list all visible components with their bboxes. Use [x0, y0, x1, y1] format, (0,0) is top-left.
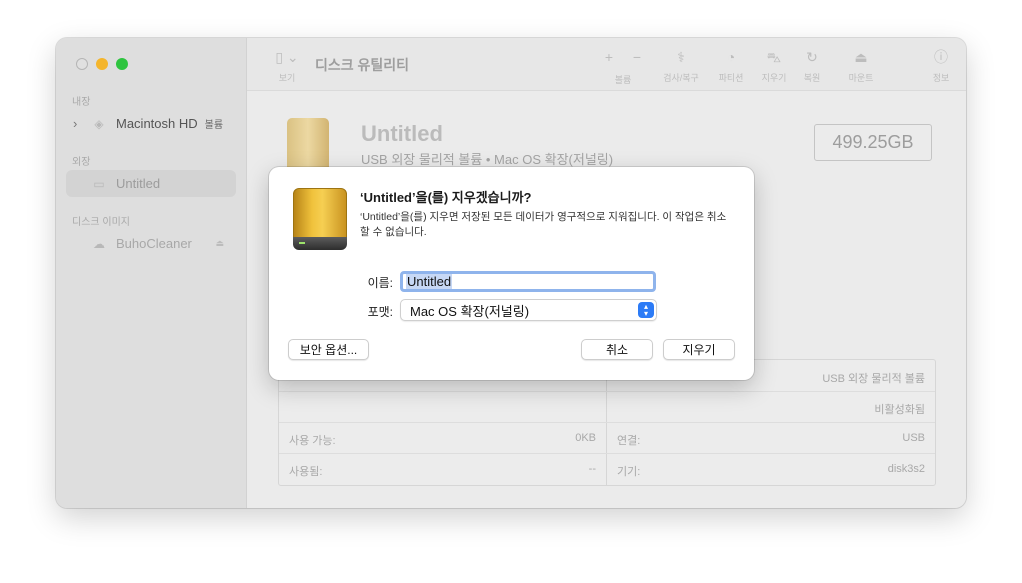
erase-dialog: ‘Untitled’을(를) 지우겠습니까? ‘Untitled’을(를) 지우…: [269, 167, 754, 380]
external-disk-icon: [293, 188, 347, 250]
sidebar-toggle-icon: ▯ ⌄: [275, 49, 299, 65]
info-label: 연결:: [617, 435, 641, 447]
view-label: 보기: [278, 73, 296, 83]
disk-subtitle: USB 외장 물리적 볼륨 • Mac OS 확장(저널링): [361, 152, 614, 167]
volume-stack-icon: ◈: [94, 116, 104, 131]
disk-name: Untitled: [361, 121, 443, 146]
mount-button[interactable]: ⏏ 마운트: [839, 48, 883, 84]
toolbar: ▯ ⌄ 보기 디스크 유틸리티 + − 볼륨 ⚕ 검사/복구 ◔ 파티션 ⛍ 지…: [247, 38, 966, 91]
eject-icon[interactable]: ⏏: [215, 238, 224, 249]
close-window-button[interactable]: [76, 58, 88, 70]
erase-button[interactable]: 지우기: [663, 339, 735, 360]
info-label: 기기:: [617, 466, 641, 478]
name-input-value[interactable]: Untitled: [406, 274, 453, 289]
chevron-up-down-icon[interactable]: ▴ ▾: [638, 302, 654, 318]
minimize-window-button[interactable]: [96, 58, 108, 70]
window-title: 디스크 유틸리티: [315, 57, 410, 73]
pie-chart-icon: ◔: [726, 49, 736, 65]
remove-volume-button[interactable]: −: [627, 48, 647, 66]
info-button[interactable]: ⓘ 정보: [921, 48, 961, 84]
sidebar-item-buhocleaner[interactable]: ☁ BuhoCleaner ⏏: [66, 230, 236, 257]
external-disk-icon: ▭: [93, 176, 105, 191]
external-disk-large-icon: [287, 118, 329, 174]
minus-icon: −: [632, 49, 642, 65]
plus-icon: +: [604, 49, 614, 65]
name-input[interactable]: Untitled: [400, 271, 656, 292]
first-aid-button[interactable]: ⚕ 검사/복구: [655, 48, 707, 84]
view-button[interactable]: ▯ ⌄ 보기: [267, 48, 307, 84]
format-select-value: Mac OS 확장(저널링): [410, 303, 530, 319]
row-separator: [279, 422, 935, 423]
dialog-title: ‘Untitled’을(를) 지우겠습니까?: [360, 190, 532, 205]
sidebar-section-disk-images: 디스크 이미지: [72, 217, 130, 228]
info-value: --: [588, 463, 596, 475]
restore-icon: ↻: [806, 49, 818, 65]
row-separator: [279, 453, 935, 454]
sidebar-section-internal: 내장: [72, 97, 91, 108]
row-separator: [279, 391, 935, 392]
info-icon: ⓘ: [934, 49, 948, 65]
sidebar-item-tag: 볼륨: [204, 120, 224, 131]
info-value: USB: [902, 432, 925, 444]
format-select[interactable]: Mac OS 확장(저널링) ▴ ▾: [400, 299, 657, 321]
sidebar-item-macintosh-hd[interactable]: › ◈ Macintosh HD 볼륨: [66, 110, 236, 137]
info-value: 비활성화됨: [874, 404, 925, 416]
security-options-button[interactable]: 보안 옵션...: [288, 339, 369, 360]
sidebar-item-label: Macintosh HD: [116, 116, 198, 131]
info-label: 사용 가능:: [289, 435, 336, 447]
format-label: 포맷:: [367, 305, 393, 319]
restore-button[interactable]: ↻ 복원: [790, 48, 834, 84]
stethoscope-icon: ⚕: [677, 49, 685, 65]
zoom-window-button[interactable]: [116, 58, 128, 70]
disk-size-badge: 499.25GB: [814, 124, 932, 161]
info-value: USB 외장 물리적 볼륨: [822, 373, 925, 385]
info-value: 0KB: [575, 432, 596, 444]
sidebar: 내장 › ◈ Macintosh HD 볼륨 외장 ▭ Untitled 디스크…: [56, 38, 247, 508]
dialog-message: ‘Untitled’을(를) 지우면 저장된 모든 데이터가 영구적으로 지워집…: [360, 211, 727, 238]
info-value: disk3s2: [887, 463, 925, 475]
sidebar-item-untitled[interactable]: ▭ Untitled: [66, 170, 236, 197]
sidebar-section-external: 외장: [72, 157, 91, 168]
volume-label: 볼륨: [614, 75, 632, 85]
disclosure-chevron-icon[interactable]: ›: [73, 116, 77, 131]
name-label: 이름:: [367, 276, 393, 290]
mount-icon: ⏏: [854, 49, 868, 65]
partition-button[interactable]: ◔ 파티션: [709, 48, 753, 84]
sidebar-item-label: Untitled: [116, 176, 161, 191]
info-label: 사용됨:: [289, 466, 323, 478]
add-volume-button[interactable]: +: [599, 48, 619, 66]
disk-image-icon: ☁: [93, 236, 105, 251]
cancel-button[interactable]: 취소: [581, 339, 653, 360]
sidebar-item-label: BuhoCleaner: [116, 236, 192, 251]
